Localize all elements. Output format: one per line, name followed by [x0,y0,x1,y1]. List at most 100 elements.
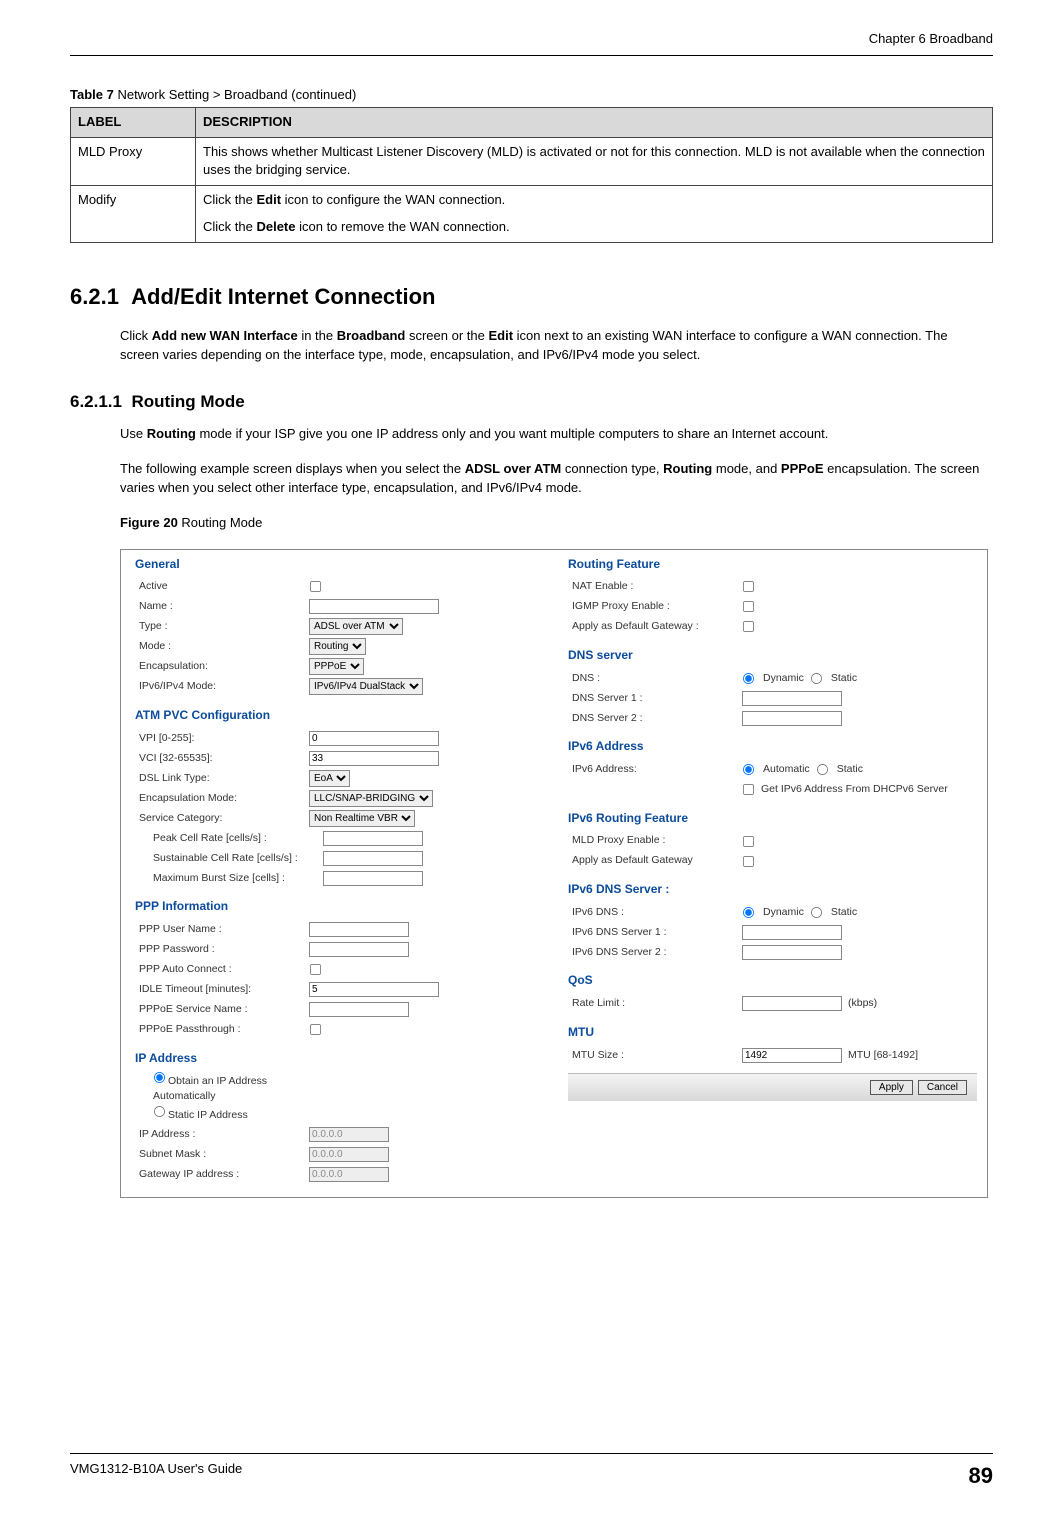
chapter-heading: Chapter 6 Broadband [70,30,993,49]
label-cell: MLD Proxy [71,137,196,186]
ip-static-radio[interactable] [154,1106,165,1117]
pppoe-service-input[interactable] [309,1002,409,1017]
ipv6-static-label: Static [837,762,863,777]
sustain-input[interactable] [323,851,423,866]
idle-input[interactable] [309,982,439,997]
ppp-pass-input[interactable] [309,942,409,957]
label-vci: VCI [32-65535]: [135,751,309,766]
pppoe-passthrough-checkbox[interactable] [310,1024,321,1035]
table-row: Modify Click the Edit icon to configure … [71,186,993,243]
label-idle: IDLE Timeout [minutes]: [135,982,309,997]
ip-static-label: Static IP Address [168,1109,248,1121]
footer-guide-name: VMG1312-B10A User's Guide [70,1460,242,1492]
label-peak: Peak Cell Rate [cells/s] : [135,831,323,846]
gateway-input[interactable] [309,1167,389,1182]
label-ipmode: IPv6/IPv4 Mode: [135,679,309,694]
subnet-input[interactable] [309,1147,389,1162]
group-routing-feature: Routing Feature [568,556,977,573]
desc-cell: This shows whether Multicast Listener Di… [196,137,993,186]
igmp-checkbox[interactable] [743,601,754,612]
active-checkbox[interactable] [310,581,321,592]
group-ipv6-routing: IPv6 Routing Feature [568,810,977,827]
label-ppp-pass: PPP Password : [135,942,309,957]
encap-select[interactable]: PPPoE [309,658,364,675]
label-name: Name : [135,599,309,614]
figure20-screenshot: General Active Name : Type :ADSL over AT… [120,549,988,1198]
page-number: 89 [969,1460,993,1492]
vci-input[interactable] [309,751,439,766]
ip-input[interactable] [309,1127,389,1142]
rate-unit: (kbps) [848,996,877,1011]
mtu-input[interactable] [742,1048,842,1063]
cancel-button[interactable]: Cancel [918,1080,967,1095]
apply-button[interactable]: Apply [870,1080,913,1095]
ppp-user-input[interactable] [309,922,409,937]
type-select[interactable]: ADSL over ATM [309,618,403,635]
label-pppoe-service: PPPoE Service Name : [135,1002,309,1017]
dns-static-radio[interactable] [811,673,822,684]
ipv6dns-dynamic-radio[interactable] [743,907,754,918]
ipv6dns-dynamic-label: Dynamic [763,905,804,920]
desc-line: Click the Edit icon to configure the WAN… [203,191,985,210]
section-number: 6.2.1.1 [70,392,122,411]
rate-limit-input[interactable] [742,996,842,1011]
label-type: Type : [135,619,309,634]
ipv6dns-static-radio[interactable] [811,907,822,918]
group-general: General [135,556,544,573]
section-title: Add/Edit Internet Connection [131,284,435,309]
service-cat-select[interactable]: Non Realtime VBR [309,810,415,827]
ipv6dns2-input[interactable] [742,945,842,960]
table7-caption-bold: Table 7 [70,87,114,102]
dns2-input[interactable] [742,711,842,726]
table-row: MLD Proxy This shows whether Multicast L… [71,137,993,186]
dns-static-label: Static [831,671,857,686]
label-ppp-user: PPP User Name : [135,922,309,937]
label-sustain: Sustainable Cell Rate [cells/s] : [135,851,323,866]
label-ipv6addr: IPv6 Address: [568,762,742,777]
ipv6dns1-input[interactable] [742,925,842,940]
section-6-2-1-heading: 6.2.1 Add/Edit Internet Connection [70,281,993,313]
label-encap: Encapsulation: [135,659,309,674]
label-dsl-link: DSL Link Type: [135,771,309,786]
group-atm: ATM PVC Configuration [135,707,544,724]
dns-dynamic-radio[interactable] [743,673,754,684]
label-nat: NAT Enable : [568,579,742,594]
ipv6-auto-radio[interactable] [743,764,754,775]
table7-caption-rest: Network Setting > Broadband (continued) [114,87,356,102]
group-qos: QoS [568,972,977,989]
label-ipv6dns: IPv6 DNS : [568,905,742,920]
label-pppoe-passthrough: PPPoE Passthrough : [135,1022,309,1037]
defgw-checkbox[interactable] [743,621,754,632]
dsl-link-select[interactable]: EoA [309,770,350,787]
table7-head-desc: DESCRIPTION [196,107,993,137]
ipmode-select[interactable]: IPv6/IPv4 DualStack [309,678,423,695]
mode-select[interactable]: Routing [309,638,366,655]
label-dns2: DNS Server 2 : [568,711,742,726]
vpi-input[interactable] [309,731,439,746]
mtu-range: MTU [68-1492] [848,1048,918,1063]
encapmode-select[interactable]: LLC/SNAP-BRIDGING [309,790,433,807]
peak-input[interactable] [323,831,423,846]
figure-right-column: Routing Feature NAT Enable : IGMP Proxy … [554,550,987,1197]
ipv6-defgw-checkbox[interactable] [743,856,754,867]
mld-checkbox[interactable] [743,836,754,847]
dns-dynamic-label: Dynamic [763,671,804,686]
dns1-input[interactable] [742,691,842,706]
nat-checkbox[interactable] [743,581,754,592]
burst-input[interactable] [323,871,423,886]
label-burst: Maximum Burst Size [cells] : [135,871,323,886]
opt-ip-auto: Obtain an IP Address Automatically [135,1071,323,1104]
figure20-caption: Figure 20 Routing Mode [120,514,988,533]
opt-ip-static: Static IP Address [135,1105,323,1123]
name-input[interactable] [309,599,439,614]
section-number: 6.2.1 [70,284,119,309]
ipv6-static-radio[interactable] [817,764,828,775]
ip-auto-radio[interactable] [154,1072,165,1083]
ppp-auto-checkbox[interactable] [310,964,321,975]
section-para: Click Add new WAN Interface in the Broad… [120,327,988,365]
label-service-cat: Service Category: [135,811,309,826]
label-mld: MLD Proxy Enable : [568,833,742,848]
ipv6-dhcp-checkbox[interactable] [743,784,754,795]
label-rate-limit: Rate Limit : [568,996,742,1011]
label-ipv6-defgw: Apply as Default Gateway [568,853,742,868]
